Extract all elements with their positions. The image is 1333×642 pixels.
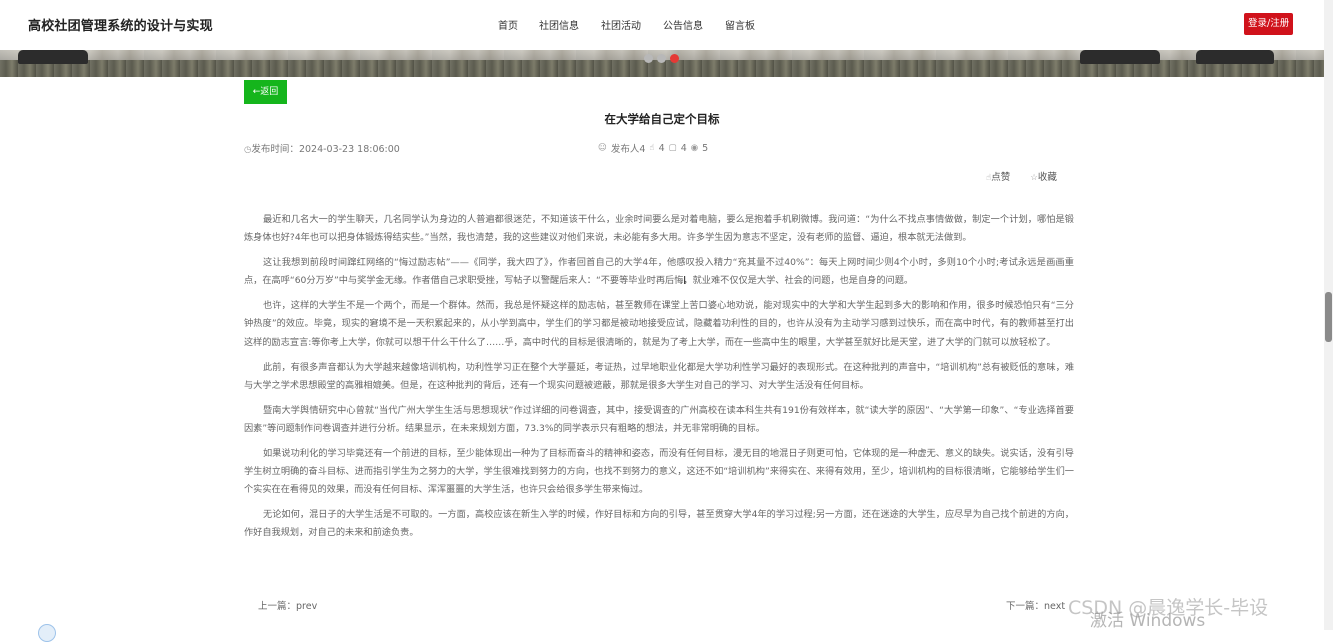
prev-title: prev: [296, 601, 318, 612]
view-count: 5: [702, 142, 709, 154]
article-title: 在大学给自己定个目标: [604, 112, 720, 126]
text-cursor-icon: I: [683, 274, 687, 287]
article-paragraph: 此前，有很多声音都认为大学越来越像培训机构，功利性学习正在整个大学蔓延，考证热，…: [244, 361, 1074, 391]
carousel-dot-active[interactable]: [670, 54, 679, 63]
article-actions: ☝点赞 ☆收藏: [986, 169, 1057, 183]
author-name: 发布人4: [610, 144, 646, 155]
nav-club-info[interactable]: 社团信息: [539, 17, 579, 32]
next-article-link[interactable]: 下一篇：next: [1006, 598, 1065, 612]
back-button-label: 返回: [260, 87, 279, 97]
publish-time-label: 发布时间：: [251, 144, 299, 155]
banner-car: [1196, 50, 1274, 64]
comment-count: 4: [680, 142, 687, 154]
scrollbar-thumb[interactable]: [1325, 292, 1332, 342]
login-register-button[interactable]: 登录/注册: [1244, 13, 1294, 35]
prev-label: 上一篇：: [258, 601, 297, 612]
article-paragraph: 最近和几名大一的学生聊天，几名同学认为身边的人普遍都很迷茫，不知道该干什么，业余…: [244, 214, 1074, 244]
nav-home[interactable]: 首页: [498, 17, 518, 32]
nav-announcements[interactable]: 公告信息: [663, 17, 703, 32]
article-paragraph: 也许，这样的大学生不是一个两个，而是一个群体。然而，我总是怀疑这样的励志帖，甚至…: [244, 300, 1074, 348]
comment-icon: ▢: [668, 143, 677, 153]
eye-icon: ◉: [690, 143, 699, 153]
main-nav: 首页 社团信息 社团活动 公告信息 留言板: [498, 17, 777, 32]
nav-message-board[interactable]: 留言板: [725, 17, 755, 32]
star-icon: ☆: [1030, 173, 1038, 183]
banner-car: [1080, 50, 1160, 64]
csdn-watermark: CSDN @晨逸学长-毕设: [1068, 597, 1269, 619]
carousel-dot[interactable]: [644, 54, 653, 63]
article-paragraph: 暨南大学舆情研究中心曾就“当代广州大学生生活与思想现状”作过详细的问卷调查，其中…: [244, 404, 1074, 434]
user-icon: ☺: [598, 143, 607, 153]
like-count: 4: [658, 142, 665, 154]
article-paragraph: 如果说功利化的学习毕竟还有一个前进的目标，至少能体现出一种为了目标而奋斗的精神和…: [244, 447, 1074, 496]
publish-time: ◷发布时间：2024-03-23 18:06:00: [244, 141, 400, 155]
article-stats: ☺ 发布人4 ☝ 4 ▢ 4 ◉ 5: [598, 141, 709, 156]
like-button-label: 点赞: [991, 172, 1011, 183]
thumbs-up-icon: ☝: [649, 143, 655, 153]
banner-car: [18, 50, 88, 64]
carousel-dot[interactable]: [657, 54, 666, 63]
carousel-dots: [644, 54, 679, 63]
favorite-button-label: 收藏: [1037, 172, 1057, 183]
next-title: next: [1044, 601, 1066, 612]
site-title: 高校社团管理系统的设计与实现: [28, 19, 213, 34]
next-label: 下一篇：: [1006, 601, 1045, 612]
top-header: 高校社团管理系统的设计与实现 首页 社团信息 社团活动 公告信息 留言板 登录/…: [0, 0, 1324, 50]
publish-time-value: 2024-03-23 18:06:00: [298, 144, 400, 155]
article-paragraph: 无论如何，混日子的大学生活是不可取的。一方面，高校应该在新生入学的时候，作好目标…: [244, 509, 1074, 539]
floating-assistant-icon[interactable]: [38, 624, 56, 642]
back-button[interactable]: ←返回: [244, 80, 287, 104]
prev-article-link[interactable]: 上一篇：prev: [258, 598, 317, 612]
nav-club-activities[interactable]: 社团活动: [601, 17, 641, 32]
like-button[interactable]: ☝点赞: [986, 169, 1010, 183]
article-body: 最近和几名大一的学生聊天，几名同学认为身边的人普遍都很迷茫，不知道该干什么，业余…: [244, 211, 1074, 549]
favorite-button[interactable]: ☆收藏: [1030, 169, 1057, 183]
article-paragraph: 这让我想到前段时间蹿红网络的“悔过励志帖”——《同学，我大四了》，作者回首自己的…: [244, 257, 1074, 287]
